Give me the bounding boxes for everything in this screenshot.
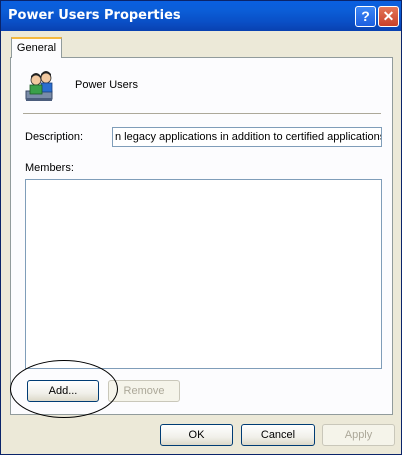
ok-button[interactable]: OK (160, 424, 233, 446)
window-title: Power Users Properties (8, 8, 181, 23)
close-button[interactable]: ✕ (378, 6, 399, 27)
members-label: Members: (25, 162, 74, 174)
apply-button[interactable]: Apply (322, 424, 395, 446)
description-field[interactable]: n legacy applications in addition to cer… (112, 127, 382, 147)
help-button[interactable]: ? (355, 6, 376, 27)
tab-general[interactable]: General (11, 37, 62, 58)
close-icon: ✕ (382, 8, 395, 24)
users-group-icon (25, 71, 53, 101)
remove-button[interactable]: Remove (108, 380, 180, 402)
properties-dialog: Power Users Properties ? ✕ General Power… (0, 0, 402, 455)
members-list[interactable] (25, 179, 382, 369)
help-icon: ? (361, 8, 370, 24)
group-name: Power Users (75, 79, 138, 91)
cancel-button[interactable]: Cancel (241, 424, 315, 446)
divider (23, 113, 381, 114)
title-bar[interactable]: Power Users Properties ? ✕ (1, 1, 401, 31)
add-button[interactable]: Add... (27, 380, 99, 402)
description-label: Description: (25, 131, 84, 143)
